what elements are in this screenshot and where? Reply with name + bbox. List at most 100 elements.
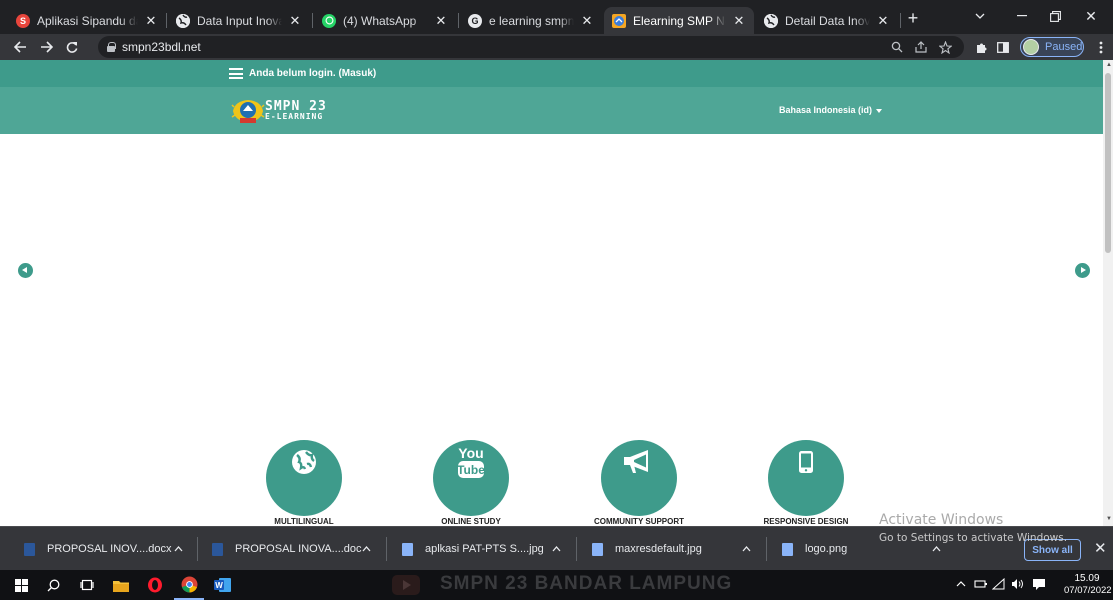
browser-menu-icon[interactable] (1092, 38, 1110, 56)
profile-status-label: Paused (1045, 41, 1083, 53)
battery-icon[interactable] (974, 578, 988, 593)
hamburger-menu-icon[interactable] (229, 68, 243, 79)
chevron-up-icon[interactable] (552, 538, 561, 563)
tab-title: (4) WhatsApp (343, 13, 417, 28)
profile-paused-button[interactable]: Paused (1020, 37, 1084, 57)
tab-data-input-inovasi[interactable]: Data Input Inovasi Sek ✕ (168, 7, 310, 34)
chevron-up-icon[interactable] (174, 538, 183, 563)
feature-multilingual[interactable] (266, 440, 342, 516)
tab-search-chevron-icon[interactable] (960, 2, 1000, 30)
tab-whatsapp[interactable]: (4) WhatsApp ✕ (314, 7, 456, 34)
scroll-down-icon[interactable]: ▼ (1106, 516, 1112, 522)
close-tab-icon[interactable]: ✕ (434, 13, 448, 29)
close-tab-icon[interactable]: ✕ (288, 13, 302, 29)
back-button[interactable] (10, 37, 30, 57)
scrollbar-thumb[interactable] (1105, 73, 1111, 253)
login-link[interactable]: Anda belum login. (Masuk) (249, 68, 376, 79)
download-separator (386, 537, 387, 561)
download-filename: logo.png (805, 543, 848, 555)
doc-file-icon (212, 542, 223, 556)
feature-community-support[interactable] (601, 440, 677, 516)
tab-title: e learning smpn 23 ba (489, 13, 574, 28)
feature-label: RESPONSIVE DESIGN (763, 517, 849, 526)
slider-next-arrow-icon[interactable] (1075, 263, 1090, 278)
page-scrollbar[interactable]: ▲ ▼ (1103, 60, 1113, 526)
language-label: Bahasa Indonesia (id) (779, 105, 873, 115)
svg-text:You: You (458, 445, 483, 461)
restore-window-button[interactable] (1035, 2, 1075, 30)
docx-file-icon (24, 542, 35, 556)
youtube-icon: You Tube (433, 440, 509, 484)
forward-button[interactable] (36, 37, 56, 57)
download-item[interactable]: PROPOSAL INOVA....doc (212, 538, 371, 560)
taskbar-background-text: SMPN 23 BANDAR LAMPUNG (440, 573, 733, 594)
feature-label: COMMUNITY SUPPORT (593, 517, 685, 526)
system-clock[interactable]: 15.09 07/07/2022 (1064, 573, 1112, 597)
share-icon[interactable] (912, 38, 930, 56)
globe-favicon-icon (176, 13, 190, 28)
browser-toolbar: smpn23bdl.net Paused (0, 34, 1113, 60)
close-tab-icon[interactable]: ✕ (580, 13, 594, 29)
watermark-title: Activate Windows (879, 512, 1004, 528)
tab-elearning-smp-negeri[interactable]: Elearning SMP Negeri ✕ (604, 7, 754, 34)
tab-separator (312, 13, 313, 28)
tab-detail-data-inovasi[interactable]: Detail Data Inovasi ✕ (756, 7, 898, 34)
feature-online-study[interactable]: You Tube (433, 440, 509, 516)
windows-start-icon[interactable] (6, 570, 36, 600)
windows-taskbar: W SMPN 23 BANDAR LAMPUNG 15.09 07/07/202… (0, 570, 1113, 600)
new-tab-button[interactable]: + (898, 4, 928, 32)
globe-icon (266, 440, 342, 484)
url-text: smpn23bdl.net (122, 40, 201, 54)
download-filename: PROPOSAL INOVA....doc (235, 543, 362, 555)
megaphone-icon (601, 440, 677, 484)
download-item[interactable]: maxresdefault.jpg (592, 538, 751, 560)
word-app-icon[interactable]: W (208, 570, 238, 600)
close-tab-icon[interactable]: ✕ (144, 13, 158, 29)
globe-favicon-icon (764, 13, 778, 28)
watermark-subtitle: Go to Settings to activate Windows. (879, 532, 1068, 544)
feature-label: ONLINE STUDY (441, 517, 501, 526)
bookmark-star-icon[interactable] (936, 38, 954, 56)
zoom-icon[interactable] (888, 38, 906, 56)
image-file-icon (782, 542, 793, 556)
file-explorer-icon[interactable] (106, 570, 136, 600)
wifi-icon[interactable] (991, 577, 1006, 593)
notification-icon[interactable] (1032, 578, 1046, 593)
chevron-up-icon[interactable] (362, 538, 371, 563)
side-panel-icon[interactable] (994, 38, 1012, 56)
download-item[interactable]: aplkasi PAT-PTS S....jpg (402, 538, 561, 560)
brand-header: SMPN 23 E-LEARNING Bahasa Indonesia (id) (0, 87, 1103, 134)
task-view-icon[interactable] (72, 570, 102, 600)
tab-aplikasi-sipandu[interactable]: S Aplikasi Sipandu dan S ✕ (8, 7, 166, 34)
download-item[interactable]: PROPOSAL INOV....docx (24, 538, 183, 560)
chevron-up-icon[interactable] (742, 538, 751, 563)
school-logo-icon[interactable] (231, 97, 265, 125)
extensions-puzzle-icon[interactable] (972, 38, 990, 56)
language-selector[interactable]: Bahasa Indonesia (id) (779, 105, 883, 115)
brand-subtitle: E-LEARNING (265, 112, 324, 121)
tab-title: Aplikasi Sipandu dan S (37, 13, 138, 28)
close-download-shelf-button[interactable]: ✕ (1094, 539, 1107, 557)
tab-elearning-search[interactable]: G e learning smpn 23 ba ✕ (460, 7, 602, 34)
search-icon[interactable] (38, 570, 68, 600)
opera-browser-icon[interactable] (140, 570, 170, 600)
chrome-taskbar-icon[interactable] (174, 570, 204, 600)
clock-time: 15.09 (1074, 573, 1100, 584)
close-window-button[interactable]: ✕ (1071, 2, 1111, 30)
scroll-up-icon[interactable]: ▲ (1106, 62, 1112, 68)
image-file-icon (402, 542, 413, 556)
volume-icon[interactable] (1011, 578, 1025, 593)
feature-responsive-design[interactable] (768, 440, 844, 516)
page-viewport: Anda belum login. (Masuk) SMPN 23 E-LEAR… (0, 60, 1103, 526)
reload-button[interactable] (62, 37, 82, 57)
close-tab-icon[interactable]: ✕ (876, 13, 890, 29)
slider-prev-arrow-icon[interactable] (18, 263, 33, 278)
tab-separator (166, 13, 167, 28)
close-tab-icon[interactable]: ✕ (732, 13, 746, 29)
address-bar[interactable]: smpn23bdl.net (98, 36, 964, 58)
feature-label: MULTILINGUAL (274, 517, 334, 526)
download-separator (197, 537, 198, 561)
download-item[interactable]: logo.png (782, 538, 941, 560)
google-favicon-icon: G (468, 13, 482, 28)
tray-chevron-up-icon[interactable] (956, 577, 966, 594)
